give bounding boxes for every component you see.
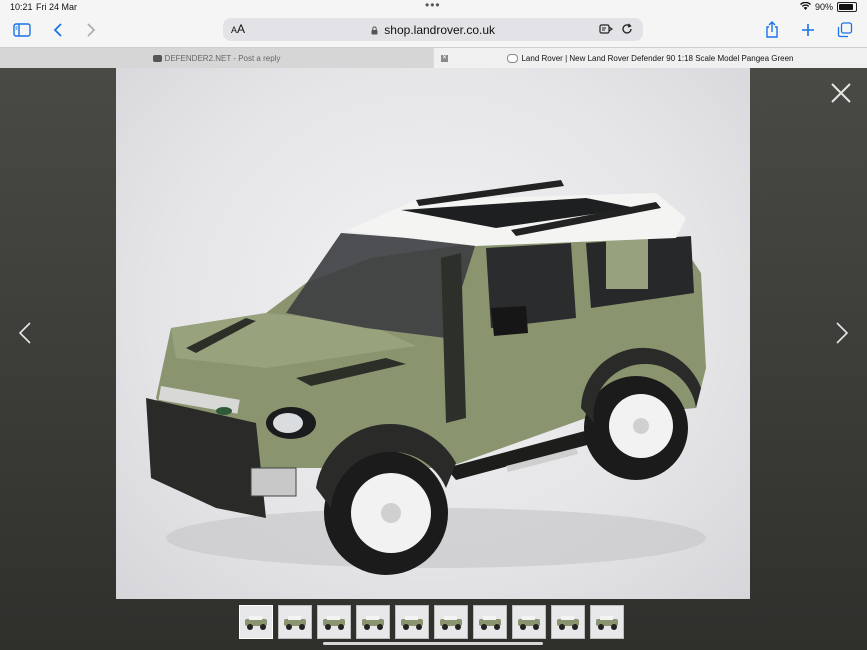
share-button[interactable] xyxy=(762,20,782,40)
address-bar[interactable]: AAAA shop.landrover.co.uk xyxy=(223,18,643,41)
thumbnail-1[interactable] xyxy=(239,605,273,639)
home-indicator xyxy=(323,642,543,645)
lock-icon xyxy=(371,23,384,37)
tab-label: Land Rover | New Land Rover Defender 90 … xyxy=(521,54,794,63)
thumbnail-7[interactable] xyxy=(473,605,507,639)
tab-defender2[interactable]: DEFENDER2.NET - Post a reply xyxy=(0,48,433,69)
url-text: shop.landrover.co.uk xyxy=(384,23,496,37)
previous-image-button[interactable] xyxy=(18,321,32,345)
reload-icon[interactable] xyxy=(621,22,633,40)
tab-close-icon[interactable]: ✕ xyxy=(441,55,448,62)
thumbnail-strip xyxy=(239,605,624,641)
thumbnail-4[interactable] xyxy=(356,605,390,639)
thumbnail-9[interactable] xyxy=(551,605,585,639)
new-tab-button[interactable] xyxy=(798,20,818,40)
url-field[interactable]: shop.landrover.co.uk xyxy=(223,23,643,37)
forward-button[interactable] xyxy=(81,20,101,40)
sidebar-icon[interactable] xyxy=(12,20,32,40)
status-time: 10:21 xyxy=(10,2,33,12)
status-bar: 10:21 Fri 24 Mar ••• 90% xyxy=(0,0,867,14)
thumbnail-2[interactable] xyxy=(278,605,312,639)
wifi-icon xyxy=(799,1,811,12)
car-favicon-icon xyxy=(152,55,162,62)
battery-percent: 90% xyxy=(814,2,833,12)
back-button[interactable] xyxy=(48,20,68,40)
thumbnail-5[interactable] xyxy=(395,605,429,639)
next-image-button[interactable] xyxy=(835,321,849,345)
thumbnail-10[interactable] xyxy=(590,605,624,639)
thumbnail-6[interactable] xyxy=(434,605,468,639)
battery-icon xyxy=(837,2,857,12)
status-right: 90% xyxy=(799,1,857,12)
product-image-defender-90 xyxy=(116,68,750,599)
tab-bar: DEFENDER2.NET - Post a reply Land Rover … xyxy=(0,47,867,69)
tab-landrover-shop[interactable]: Land Rover | New Land Rover Defender 90 … xyxy=(434,48,867,69)
close-icon[interactable] xyxy=(830,82,852,104)
multitasking-dots-icon[interactable]: ••• xyxy=(425,0,441,12)
tab-label: DEFENDER2.NET - Post a reply xyxy=(164,54,281,63)
landrover-favicon-icon xyxy=(507,54,519,63)
thumbnail-8[interactable] xyxy=(512,605,546,639)
status-date: Fri 24 Mar xyxy=(36,2,78,12)
tabs-overview-button[interactable] xyxy=(835,20,855,40)
browser-toolbar: AAAA shop.landrover.co.uk xyxy=(0,14,867,47)
thumbnail-3[interactable] xyxy=(317,605,351,639)
translate-icon[interactable] xyxy=(599,22,614,40)
